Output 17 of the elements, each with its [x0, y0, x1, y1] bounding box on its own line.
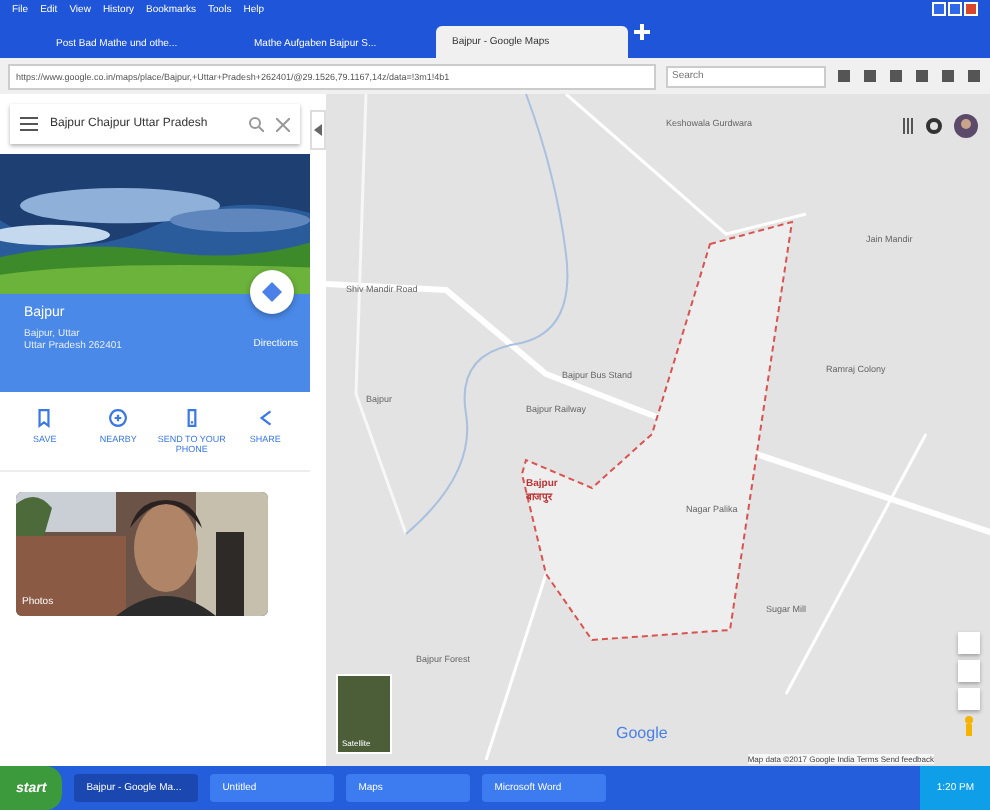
share-icon	[255, 408, 276, 428]
collapse-tab[interactable]	[310, 110, 326, 150]
google-logo: Google	[616, 724, 668, 742]
nearby-icon	[108, 408, 129, 428]
directions-button[interactable]	[250, 270, 294, 314]
close-icon[interactable]	[276, 117, 290, 131]
search-icon[interactable]	[248, 116, 264, 132]
apps-icon[interactable]	[902, 118, 914, 134]
directions-icon	[262, 282, 282, 302]
notifications-icon[interactable]	[926, 118, 942, 134]
maximize-button[interactable]	[948, 2, 962, 16]
caret-icon	[314, 124, 322, 136]
close-button[interactable]	[964, 2, 978, 16]
bookmark-icon	[34, 408, 55, 428]
menu-icon[interactable]	[20, 116, 38, 132]
avatar-icon[interactable]	[954, 114, 978, 138]
minimize-button[interactable]	[932, 2, 946, 16]
